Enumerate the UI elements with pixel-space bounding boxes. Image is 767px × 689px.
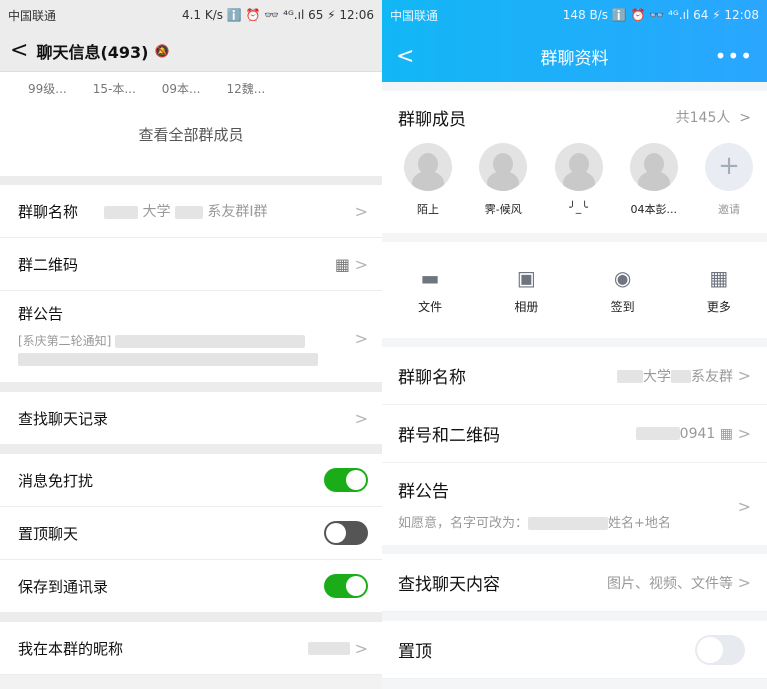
page-title: 聊天信息(493) <box>36 42 149 62</box>
pin-label: 置顶 <box>398 642 432 662</box>
mute-bell-icon: 🔕 <box>154 43 170 58</box>
group-name-value: 大学 系友群 <box>617 366 733 386</box>
members-strip: 99级... 15-本... 09本... 12魏... 查看全部群成员 <box>0 72 382 176</box>
group-notice-row[interactable]: 群公告 如愿意，名字可改为： 姓名+地名 > <box>382 463 767 545</box>
group-name-value: 大学 系友群I群 <box>104 201 268 221</box>
mute-toggle[interactable] <box>324 468 368 492</box>
search-history-row[interactable]: 查找聊天记录 > <box>0 392 382 445</box>
chevron-right-icon: > <box>354 408 368 428</box>
qr-code-icon: ▦ <box>334 254 350 274</box>
status-bar: 中国联通 148 B/s ℹ️ ⏰ 👓 ⁴ᴳ.ıl 64 ⚡ 12:08 <box>382 0 767 30</box>
member-name[interactable]: 09本... <box>162 80 201 97</box>
group-name-label: 群聊名称 <box>18 202 79 221</box>
group-id-row[interactable]: 群号和二维码 0941 ▦ > <box>382 405 767 463</box>
qq-group-profile-panel: 中国联通 148 B/s ℹ️ ⏰ 👓 ⁴ᴳ.ıl 64 ⚡ 12:08 < 群… <box>382 0 767 689</box>
group-name-row[interactable]: 群聊名称 大学 系友群I群 > <box>0 185 382 238</box>
members-header[interactable]: 群聊成员 共145人 > <box>382 91 767 143</box>
chevron-right-icon: > <box>737 424 751 443</box>
carrier-label: 中国联通 <box>8 8 57 23</box>
member-avatar[interactable]: 04本彭... <box>628 143 680 233</box>
grid-icon: ▦ <box>709 265 729 290</box>
mute-row: 消息免打扰 <box>0 454 382 507</box>
search-content-hint: 图片、视频、文件等 <box>607 575 733 592</box>
member-avatar[interactable]: ╯_╰ <box>553 143 605 233</box>
members-count: 共145人 > <box>675 110 751 126</box>
plus-icon: + <box>705 143 753 191</box>
pin-label: 置顶聊天 <box>18 524 79 543</box>
folder-icon: ▬ <box>420 265 440 290</box>
chevron-right-icon: > <box>354 201 368 221</box>
my-nickname-row[interactable]: 我在本群的昵称 > <box>0 622 382 675</box>
save-contacts-row: 保存到通讯录 <box>0 560 382 613</box>
member-avatar[interactable]: 陌上 <box>402 143 454 233</box>
status-indicators: 148 B/s ℹ️ ⏰ 👓 ⁴ᴳ.ıl 64 ⚡ 12:08 <box>562 8 759 22</box>
qr-code-icon: ▦ <box>719 425 733 442</box>
tools-bar: ▬ 文件 ▣ 相册 ◉ 签到 ▦ 更多 <box>382 242 767 338</box>
qr-code-label: 群二维码 <box>18 255 79 274</box>
search-content-label: 查找聊天内容 <box>398 575 500 595</box>
more-tools-button[interactable]: ▦ 更多 <box>689 266 749 315</box>
carrier-label: 中国联通 <box>390 8 439 23</box>
avatar <box>554 143 603 191</box>
checkin-icon: ◉ <box>613 265 632 290</box>
page-title: 群聊资料 <box>540 48 609 69</box>
back-icon[interactable]: < <box>10 38 28 63</box>
qr-code-row[interactable]: 群二维码 ▦ > <box>0 238 382 291</box>
group-notice-label: 群公告 <box>18 305 64 323</box>
header: < 聊天信息(493) 🔕 <box>0 30 382 72</box>
pin-row: 置顶聊天 <box>0 507 382 560</box>
status-bar: 中国联通 4.1 K/s ℹ️ ⏰ 👓 ⁴ᴳ.ıl 65 ⚡ 12:06 <box>0 0 382 30</box>
back-icon[interactable]: < <box>396 44 414 69</box>
member-avatar[interactable]: 霁-候风 <box>477 143 529 233</box>
image-icon: ▣ <box>516 265 536 290</box>
nav-bar: < 群聊资料 ••• <box>382 30 767 82</box>
top-bar: 中国联通 148 B/s ℹ️ ⏰ 👓 ⁴ᴳ.ıl 64 ⚡ 12:08 < 群… <box>382 0 767 82</box>
avatar <box>479 143 528 191</box>
more-icon[interactable]: ••• <box>715 44 753 68</box>
wechat-chat-info-panel: 中国联通 4.1 K/s ℹ️ ⏰ 👓 ⁴ᴳ.ıl 65 ⚡ 12:06 < 聊… <box>0 0 382 689</box>
group-id-label: 群号和二维码 <box>398 426 500 446</box>
status-indicators: 4.1 K/s ℹ️ ⏰ 👓 ⁴ᴳ.ıl 65 ⚡ 12:06 <box>181 8 374 22</box>
chevron-right-icon: > <box>354 254 368 274</box>
members-card: 群聊成员 共145人 > 陌上 霁-候风 ╯_╰ 04本彭... + 邀请 <box>382 91 767 233</box>
group-name-row[interactable]: 群聊名称 大学 系友群 > <box>382 347 767 405</box>
avatar <box>404 143 452 191</box>
chevron-right-icon: > <box>354 638 368 658</box>
checkin-button[interactable]: ◉ 签到 <box>593 266 653 315</box>
group-id-value: 0941 ▦ <box>635 425 733 442</box>
search-content-row[interactable]: 查找聊天内容 图片、视频、文件等 > <box>382 554 767 612</box>
pin-toggle[interactable] <box>324 521 368 545</box>
save-contacts-toggle[interactable] <box>324 574 368 598</box>
member-name[interactable]: 12魏... <box>226 80 265 97</box>
member-name[interactable]: 15-本... <box>93 80 136 97</box>
album-button[interactable]: ▣ 相册 <box>496 266 556 315</box>
search-history-label: 查找聊天记录 <box>18 409 109 428</box>
mute-label: 消息免打扰 <box>18 471 94 490</box>
chevron-right-icon: > <box>737 497 751 516</box>
invite-button[interactable]: + 邀请 <box>703 143 755 233</box>
nickname-value <box>308 641 350 655</box>
chevron-right-icon: > <box>354 329 368 348</box>
files-button[interactable]: ▬ 文件 <box>400 266 460 315</box>
group-notice-preview: 如愿意，名字可改为： 姓名+地名 <box>398 516 671 531</box>
group-notice-label: 群公告 <box>398 482 449 502</box>
pin-row: 置顶 <box>382 621 767 679</box>
chevron-right-icon: > <box>737 573 751 592</box>
group-name-label: 群聊名称 <box>398 368 466 388</box>
pin-toggle[interactable] <box>695 634 745 665</box>
member-name[interactable]: 99级... <box>28 80 67 97</box>
my-nickname-label: 我在本群的昵称 <box>18 639 124 658</box>
group-notice-row[interactable]: 群公告 [系庆第二轮通知] > <box>0 291 382 383</box>
group-notice-preview: [系庆第二轮通知] <box>18 332 364 368</box>
chevron-right-icon: > <box>737 366 751 385</box>
view-all-members-link[interactable]: 查看全部群成员 <box>0 124 382 145</box>
members-title: 群聊成员 <box>398 109 466 130</box>
avatar <box>629 143 678 191</box>
save-contacts-label: 保存到通讯录 <box>18 577 109 596</box>
